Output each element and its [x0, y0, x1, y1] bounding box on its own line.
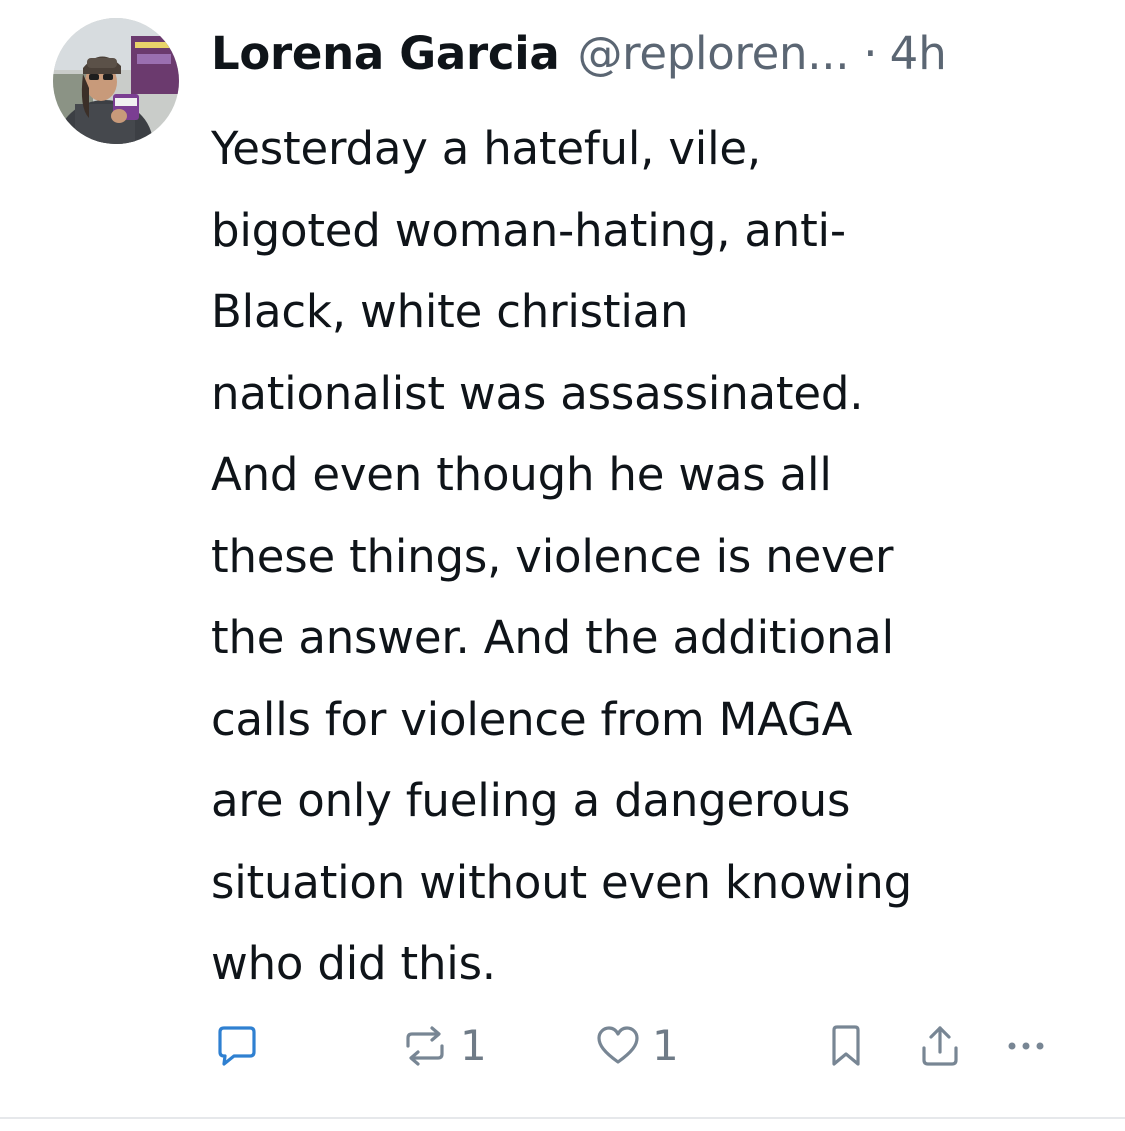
- post-actions: 1 1: [0, 1018, 1125, 1074]
- reply-button[interactable]: [212, 1018, 260, 1074]
- share-icon: [916, 1022, 964, 1070]
- bookmark-button[interactable]: [826, 1018, 866, 1074]
- post-body-line: nationalist was assassinated.: [211, 366, 864, 420]
- post-body-line: Yesterday a hateful, vile,: [211, 122, 761, 175]
- like-count: 1: [652, 1021, 679, 1070]
- author-name[interactable]: Lorena Garcia: [211, 22, 560, 86]
- post-body-line: the answer. And the additional: [211, 611, 894, 664]
- repost-icon: [400, 1022, 450, 1070]
- post-body-line: bigoted woman-hating, anti-: [211, 203, 846, 257]
- bookmark-icon: [826, 1022, 866, 1070]
- repost-count: 1: [460, 1021, 487, 1070]
- post-body-line: who did this.: [211, 937, 496, 990]
- post-body-line: are only fueling a dangerous: [211, 774, 851, 827]
- reply-icon: [212, 1022, 260, 1070]
- heart-icon: [594, 1022, 642, 1070]
- separator-dot: ·: [863, 27, 878, 80]
- like-button[interactable]: 1: [594, 1018, 679, 1074]
- post-header: Lorena Garcia @reploren... · 4h: [211, 22, 947, 86]
- post-body-line: Black, white christian: [211, 285, 689, 338]
- share-button[interactable]: [916, 1018, 964, 1074]
- more-options-button[interactable]: [1002, 1018, 1050, 1074]
- post-body: Yesterday a hateful, vile, bigoted woman…: [211, 108, 1091, 1005]
- post[interactable]: Lorena Garcia @reploren... · 4h Yesterda…: [0, 0, 1125, 1119]
- post-timestamp[interactable]: 4h: [890, 22, 947, 86]
- post-divider: [0, 1117, 1125, 1119]
- avatar[interactable]: [53, 18, 179, 144]
- post-body-line: calls for violence from MAGA: [211, 692, 853, 746]
- post-body-line: And even though he was all: [211, 448, 832, 501]
- more-icon: [1002, 1022, 1050, 1070]
- author-handle[interactable]: @reploren...: [577, 22, 849, 86]
- repost-button[interactable]: 1: [400, 1018, 487, 1074]
- post-body-line: situation without even knowing: [211, 855, 912, 909]
- post-body-line: these things, violence is never: [211, 529, 894, 583]
